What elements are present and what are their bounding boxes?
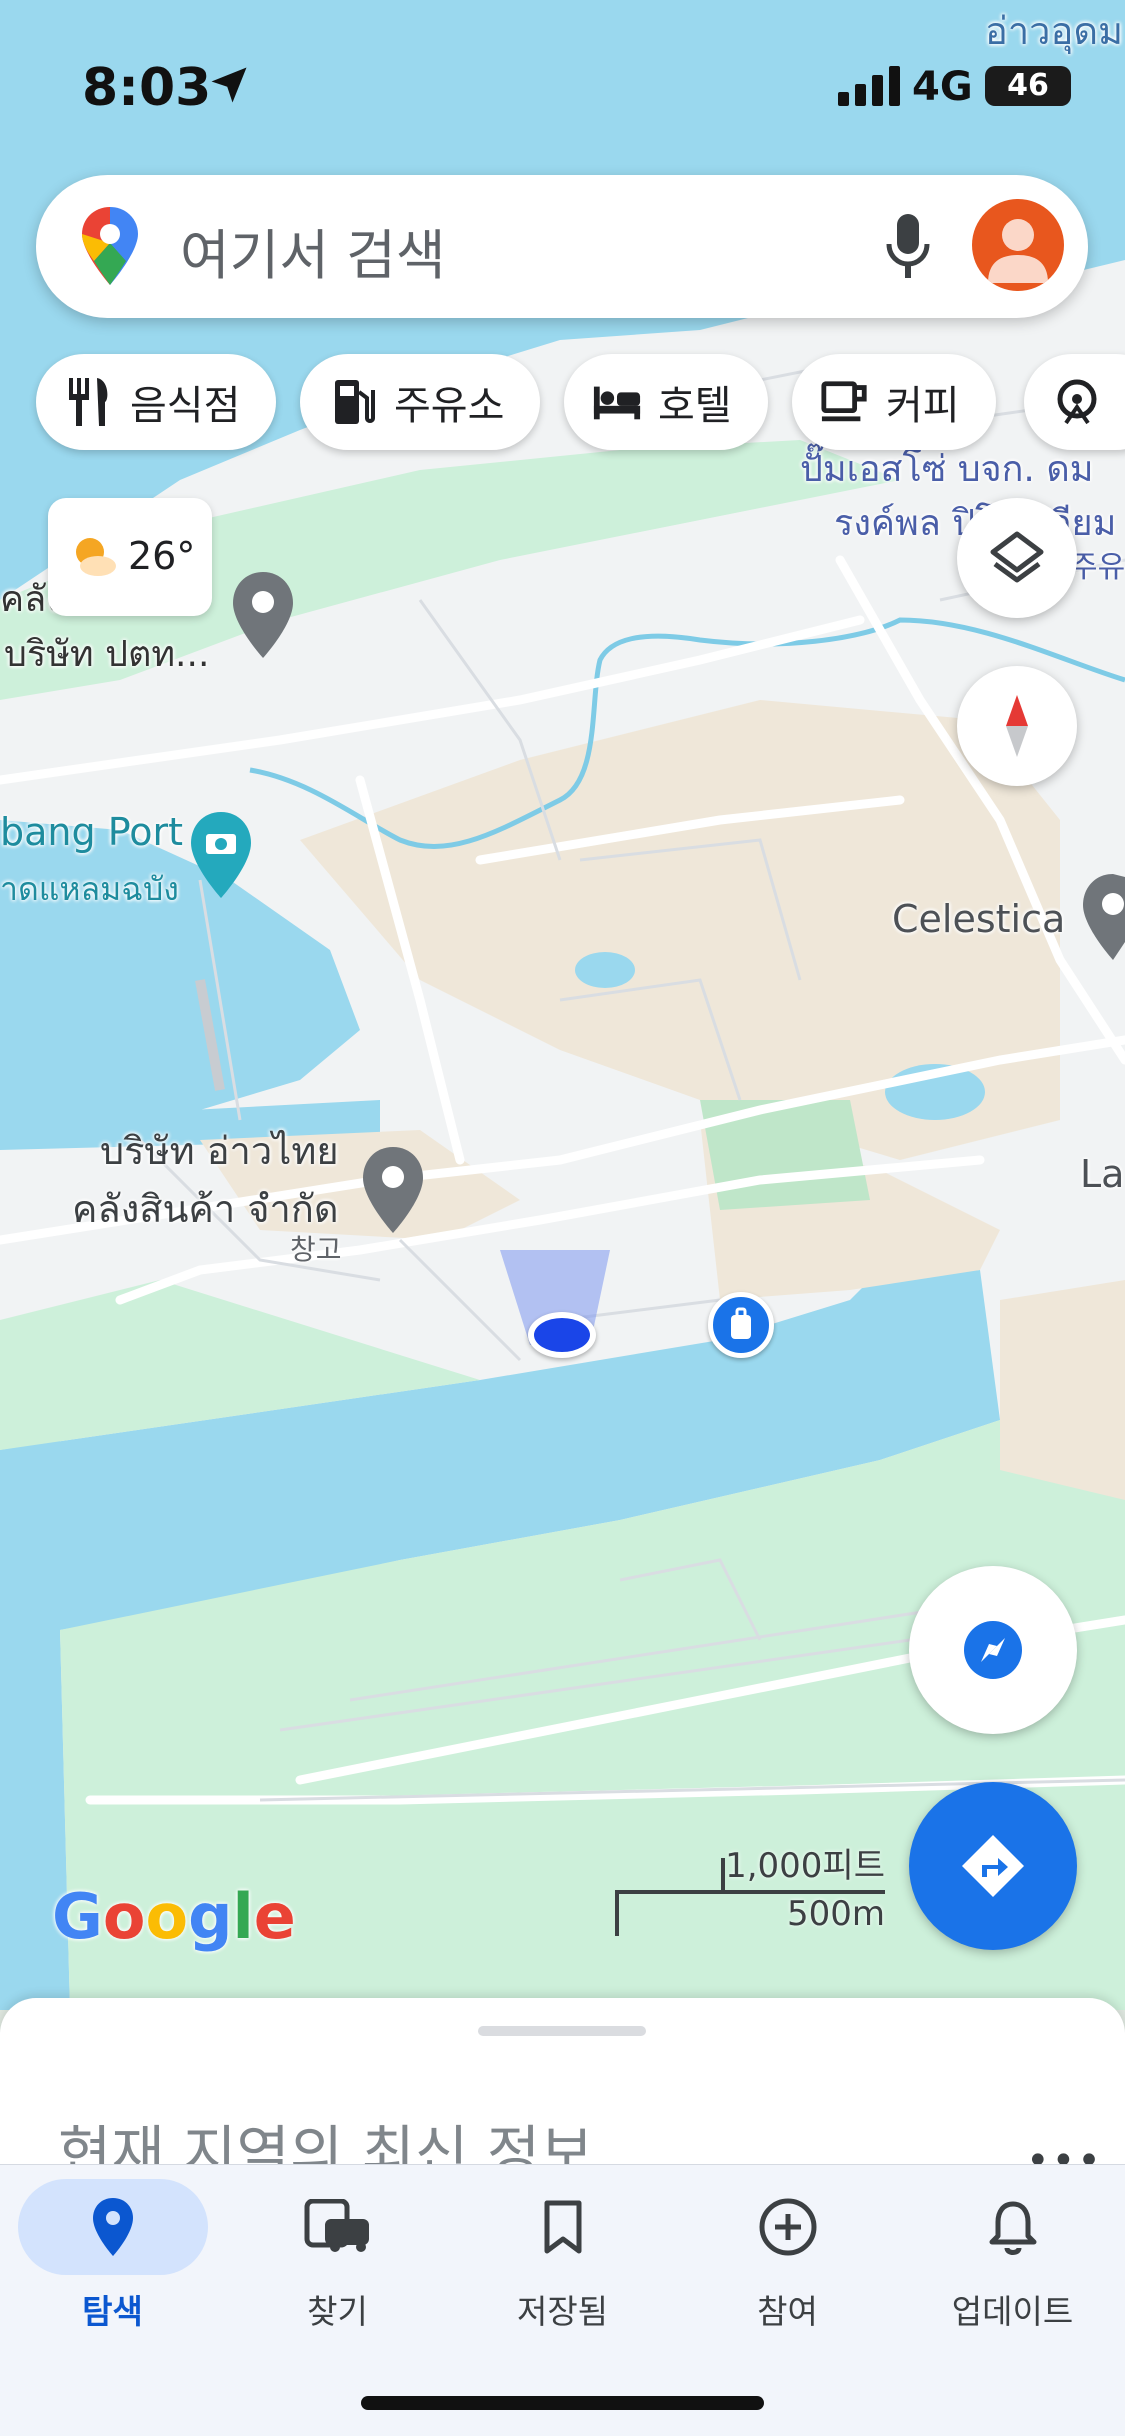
- scale-metric: 500m: [786, 1894, 885, 1934]
- status-bar: 8:03 4G 46: [0, 0, 1125, 170]
- location-arrow-icon: [211, 67, 247, 103]
- map-scale: 1,000피트 500m: [615, 1838, 885, 1938]
- map-label: La: [1080, 1152, 1125, 1196]
- google-logo-letter: e: [253, 1880, 296, 1953]
- chip-label: 호텔: [658, 383, 732, 429]
- map-label: บริษัท อ่าวไทย: [100, 1129, 339, 1173]
- directions-button[interactable]: [909, 1782, 1077, 1950]
- current-location-dot-icon: [528, 1312, 596, 1358]
- map-label: Celestica: [892, 897, 1066, 941]
- hotel-icon: [592, 377, 642, 427]
- restaurant-icon: [64, 377, 114, 427]
- tab-explore[interactable]: 탐색: [0, 2165, 225, 2355]
- warehouse-place-pin-icon[interactable]: [360, 1145, 426, 1237]
- celestica-place-pin-icon[interactable]: [1080, 872, 1125, 964]
- layers-button[interactable]: [957, 498, 1077, 618]
- weather-badge[interactable]: 26°: [48, 498, 212, 616]
- map-label: 주유: [1070, 550, 1125, 585]
- scale-imperial: 1,000피트: [725, 1846, 885, 1886]
- map-label: าดแหลมฉบัง: [0, 870, 179, 908]
- tab-label: 참여: [757, 2292, 818, 2331]
- directions-icon: [962, 1835, 1024, 1897]
- port-camera-pin-icon[interactable]: [188, 810, 254, 902]
- explore-pin-icon: [17, 2179, 208, 2275]
- chip-restaurants[interactable]: 음식점: [36, 354, 276, 450]
- chip-label: 음식점: [130, 383, 241, 429]
- google-maps-logo-icon: [82, 207, 138, 285]
- temperature: 26°: [128, 534, 196, 578]
- recenter-location-button[interactable]: [909, 1566, 1077, 1734]
- bell-icon: [963, 2195, 1063, 2259]
- gas-station-icon: [328, 377, 378, 427]
- search-bar[interactable]: 여기서 검색: [36, 175, 1088, 318]
- microphone-icon[interactable]: [882, 210, 934, 282]
- network-type: 4G: [912, 64, 973, 110]
- user-avatar-icon: [988, 219, 1048, 283]
- contribute-plus-icon: [738, 2195, 838, 2259]
- tab-label: 탐색: [82, 2292, 143, 2331]
- google-logo-letter: o: [145, 1880, 189, 1953]
- tab-go[interactable]: 찾기: [225, 2165, 450, 2355]
- home-indicator[interactable]: [361, 2396, 764, 2410]
- tab-contribute[interactable]: 참여: [675, 2165, 900, 2355]
- navigation-compass-icon: [964, 1621, 1022, 1679]
- chip-coffee[interactable]: 커피: [792, 354, 996, 450]
- map-label: bang Port: [0, 810, 184, 854]
- layers-icon: [990, 531, 1044, 583]
- tab-saved[interactable]: 저장됨: [450, 2165, 675, 2355]
- battery-icon: 46: [985, 66, 1071, 106]
- status-time: 8:03: [82, 58, 212, 118]
- chip-attractions[interactable]: [1024, 354, 1125, 450]
- chip-label: 커피: [886, 383, 960, 429]
- partly-cloudy-icon: [76, 538, 116, 576]
- attractions-icon: [1052, 377, 1102, 427]
- google-logo-letter: l: [232, 1880, 254, 1953]
- google-logo-letter: o: [102, 1880, 146, 1953]
- transit-icon: [288, 2195, 388, 2259]
- tab-label: 저장됨: [516, 2292, 609, 2331]
- cellular-signal-icon: [838, 66, 900, 106]
- chip-label: 주유소: [394, 383, 505, 429]
- map-label: บริษัท ปตท...: [4, 634, 210, 675]
- coffee-icon: [820, 377, 870, 427]
- tab-updates[interactable]: 업데이트: [900, 2165, 1125, 2355]
- google-logo-letter: G: [52, 1880, 103, 1953]
- tab-label: 찾기: [307, 2292, 368, 2331]
- compass-icon: [1006, 695, 1028, 757]
- search-input[interactable]: 여기서 검색: [180, 211, 446, 290]
- google-logo-letter: g: [188, 1880, 233, 1953]
- chip-hotels[interactable]: 호텔: [564, 354, 768, 450]
- chip-gas-stations[interactable]: 주유소: [300, 354, 540, 450]
- google-logo: Google: [52, 1880, 296, 1953]
- luggage-marker-icon[interactable]: [708, 1292, 774, 1358]
- ptt-place-pin-icon[interactable]: [230, 570, 296, 662]
- map-label: 창고: [290, 1233, 342, 1266]
- tab-label: 업데이트: [951, 2292, 1074, 2331]
- compass-button[interactable]: [957, 666, 1077, 786]
- sheet-drag-handle[interactable]: [478, 2026, 646, 2036]
- account-avatar[interactable]: [972, 199, 1064, 291]
- bookmark-icon: [513, 2195, 613, 2259]
